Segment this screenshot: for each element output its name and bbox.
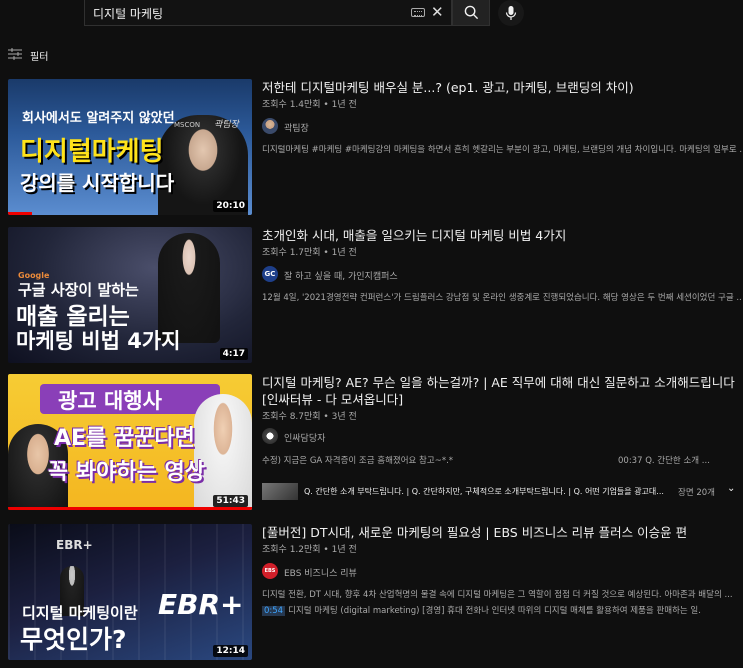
video-meta: 조회수 1.4만회 • 1년 전 (262, 100, 357, 110)
channel-name[interactable]: 잘 하고 싶을 때, 가인지캠퍼스 (284, 269, 398, 282)
description-text: 수정) 지금은 GA 자격증이 조금 흠해졌어요 참고~*.* (262, 456, 454, 466)
video-title[interactable]: 초개인화 시대, 매출을 일으키는 디지털 마케팅 비법 4가지 (262, 227, 742, 244)
key-moment[interactable]: 0:54 디지털 마케팅 (digital marketing) [경영] 휴대 … (262, 604, 742, 616)
video-meta: 조회수 1.7만회 • 1년 전 (262, 248, 357, 258)
video-description: 디지털마케팅 #마케팅 #마케팅강의 마케팅을 하면서 흔히 헷갈리는 부분이 … (262, 145, 742, 155)
channel-link[interactable]: EBS EBS 비즈니스 리뷰 (262, 563, 742, 581)
brand-logo: EBR+ (158, 588, 244, 621)
video-thumbnail[interactable]: Google 구글 사장이 말하는 매출 올리는 마케팅 비법 4가지 4:17 (8, 227, 252, 363)
video-duration: 51:43 (213, 495, 248, 507)
video-description: 디지털 전환, DT 시대, 향후 4차 산업혁명의 물결 속에 디지털 마케팅… (262, 590, 733, 600)
thumbnail-text: 꼭 봐야하는 영상 (48, 460, 205, 485)
video-description: 12월 4일, '2021경영전략 컨퍼런스'가 드림플러스 강남점 및 온라인… (262, 293, 742, 303)
search-box[interactable]: ✕ (84, 0, 452, 26)
voice-search-button[interactable] (498, 0, 524, 26)
search-button[interactable] (452, 0, 490, 26)
keyboard-icon[interactable] (411, 8, 425, 17)
thumbnail-text: 광고 대행사 (58, 389, 162, 413)
thumbnail-text: EBR+ (56, 538, 93, 552)
chapters-bar[interactable]: Q. 간단한 소개 부탁드립니다. | Q. 간단하지만, 구체적으로 소개부탁… (262, 482, 743, 500)
video-result[interactable]: 광고 대행사 AE를 꿈꾼다면 꼭 봐야하는 영상 51:43 디지털 마케팅?… (8, 374, 743, 510)
channel-avatar[interactable] (262, 118, 278, 134)
person-image (194, 394, 252, 510)
video-thumbnail[interactable]: 회사에서도 알려주지 않았던 디지털마케팅 강의를 시작합니다 MSCON 곽팀… (8, 79, 252, 215)
video-title[interactable]: 저한테 디지털마케팅 배우실 분...? (ep1. 광고, 마케팅, 브랜딩의… (262, 79, 742, 96)
clear-search-icon[interactable]: ✕ (431, 3, 444, 21)
channel-name[interactable]: 곽팀장 (284, 121, 309, 134)
video-duration: 4:17 (219, 348, 248, 360)
video-result[interactable]: EBR+ EBR+ 디지털 마케팅이란 무엇인가? 12:14 [풀버전] DT… (8, 524, 743, 660)
watch-progress-bar (8, 507, 252, 510)
video-meta: 조회수 8.7만회 • 3년 전 (262, 412, 357, 422)
video-duration: 12:14 (213, 645, 248, 657)
channel-name[interactable]: EBS 비즈니스 리뷰 (284, 566, 357, 579)
signature: 곽팀장 (214, 120, 239, 130)
brand-logo: MSCON (174, 121, 201, 129)
video-title[interactable]: [풀버전] DT시대, 새로운 마케팅의 필요성 | EBS 비즈니스 리뷰 플… (262, 524, 742, 541)
chapter-thumbnail[interactable] (262, 483, 298, 500)
thumbnail-text: 강의를 시작합니다 (20, 171, 175, 195)
filter-icon (8, 48, 22, 60)
channel-avatar[interactable]: GC (262, 266, 278, 282)
chapters-text: Q. 간단한 소개 부탁드립니다. | Q. 간단하지만, 구체적으로 소개부탁… (304, 487, 664, 496)
video-thumbnail[interactable]: 광고 대행사 AE를 꿈꾼다면 꼭 봐야하는 영상 51:43 (8, 374, 252, 510)
timestamp-badge[interactable]: 0:54 (262, 606, 286, 616)
video-meta: 조회수 1.2만회 • 1년 전 (262, 545, 357, 555)
channel-name[interactable]: 인싸담당자 (284, 431, 325, 444)
video-result[interactable]: Google 구글 사장이 말하는 매출 올리는 마케팅 비법 4가지 4:17… (8, 227, 743, 363)
channel-link[interactable]: 인싸담당자 (262, 428, 742, 446)
filter-label: 필터 (30, 52, 49, 63)
search-icon (464, 5, 479, 20)
channel-avatar[interactable] (262, 428, 278, 444)
channel-avatar[interactable]: EBS (262, 563, 278, 579)
chapters-count[interactable]: 장면 20개 (678, 486, 715, 498)
video-result[interactable]: 회사에서도 알려주지 않았던 디지털마케팅 강의를 시작합니다 MSCON 곽팀… (8, 79, 743, 215)
thumbnail-text: 무엇인가? (20, 625, 127, 654)
watch-progress-bar (8, 212, 33, 215)
top-bar: ✕ (0, 0, 743, 30)
thumbnail-text: 디지털마케팅 (20, 137, 164, 167)
microphone-icon (505, 6, 517, 20)
video-title[interactable]: 디지털 마케팅? AE? 무슨 일을 하는걸까? | AE 직무에 대해 대신 … (262, 374, 742, 408)
video-description: 수정) 지금은 GA 자격증이 조금 흠해졌어요 참고~*.* 00:37 Q.… (262, 454, 742, 466)
channel-link[interactable]: GC 잘 하고 싶을 때, 가인지캠퍼스 (262, 266, 742, 284)
thumbnail-text: 마케팅 비법 4가지 (16, 329, 181, 353)
thumbnail-text: 회사에서도 알려주지 않았던 (22, 111, 175, 126)
video-duration: 20:10 (213, 200, 248, 212)
search-input[interactable] (91, 2, 395, 24)
video-thumbnail[interactable]: EBR+ EBR+ 디지털 마케팅이란 무엇인가? 12:14 (8, 524, 252, 660)
chapter-timestamp-link[interactable]: 00:37 Q. 간단한 소개 ... (618, 454, 710, 466)
thumbnail-text: AE를 꿈꾼다면 (54, 426, 195, 451)
key-moment-text: 디지털 마케팅 (digital marketing) [경영] 휴대 전화나 … (288, 606, 701, 616)
chevron-down-icon[interactable]: ⌄ (727, 483, 735, 494)
channel-link[interactable]: 곽팀장 (262, 118, 742, 136)
